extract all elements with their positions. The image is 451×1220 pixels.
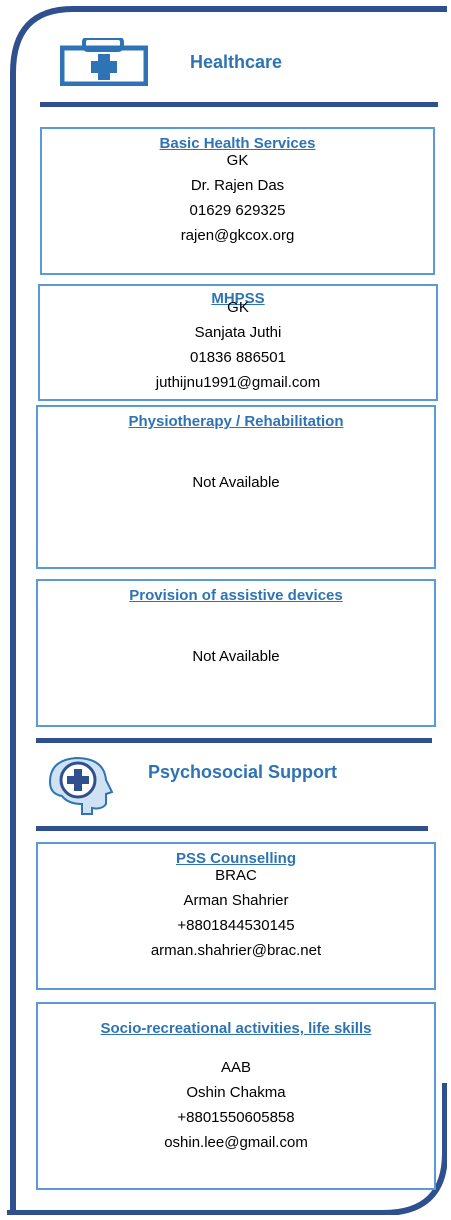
service-card-physiotherapy: Physiotherapy / Rehabilitation Not Avail… <box>36 405 436 569</box>
organization: GK <box>226 152 249 169</box>
service-card-mhpss: MHPSS GK Sanjata Juthi 01836 886501 juth… <box>38 284 438 401</box>
email: oshin.lee@gmail.com <box>164 1134 308 1151</box>
contact-name: Sanjata Juthi <box>194 324 282 341</box>
phone: +8801550605858 <box>177 1109 295 1126</box>
email: rajen@gkcox.org <box>180 227 295 244</box>
medical-kit-icon <box>60 38 148 86</box>
service-title: Basic Health Services <box>159 135 316 152</box>
service-card-assistive-devices: Provision of assistive devices Not Avail… <box>36 579 436 727</box>
contact-name: Dr. Rajen Das <box>190 177 285 194</box>
divider <box>36 826 428 831</box>
service-card-socio-recreational: Socio-recreational activities, life skil… <box>36 1002 436 1190</box>
service-title: Physiotherapy / Rehabilitation <box>128 413 344 430</box>
service-title: Provision of assistive devices <box>129 587 343 604</box>
service-title: Socio-recreational activities, life skil… <box>100 1020 372 1037</box>
service-title: PSS Counselling <box>175 850 296 867</box>
phone: 01836 886501 <box>190 349 286 366</box>
organization: BRAC <box>215 867 257 884</box>
contact-name: Arman Shahrier <box>183 892 289 909</box>
phone: +8801844530145 <box>177 917 295 934</box>
section-title-psychosocial: Psychosocial Support <box>148 762 338 782</box>
organization: GK <box>227 299 249 316</box>
head-medical-cross-icon <box>48 756 114 815</box>
section-title-healthcare: Healthcare <box>190 52 283 72</box>
availability-status: Not Available <box>192 648 280 665</box>
divider <box>40 102 438 107</box>
organization: AAB <box>220 1059 251 1076</box>
phone: 01629 629325 <box>189 202 286 219</box>
contact-name: Oshin Chakma <box>186 1084 286 1101</box>
availability-status: Not Available <box>192 474 280 491</box>
service-card-basic-health: Basic Health Services GK Dr. Rajen Das 0… <box>40 127 435 275</box>
email: juthijnu1991@gmail.com <box>155 374 321 391</box>
divider <box>36 738 432 743</box>
email: arman.shahrier@brac.net <box>150 942 322 959</box>
service-card-pss-counselling: PSS Counselling BRAC Arman Shahrier +880… <box>36 842 436 990</box>
